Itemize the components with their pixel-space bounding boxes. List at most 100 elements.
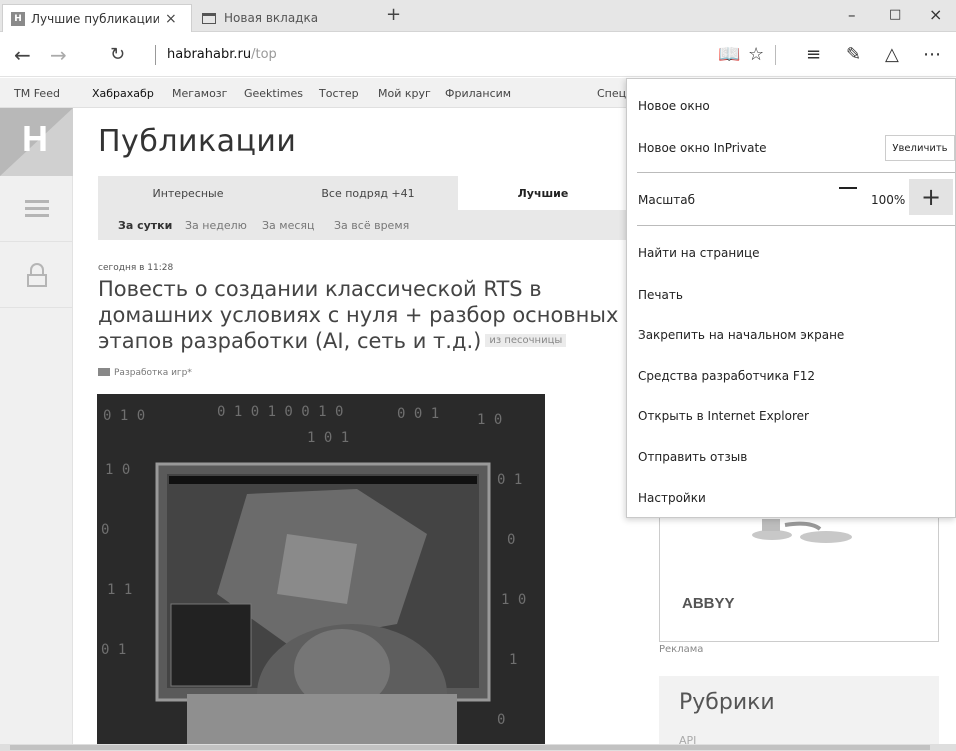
url-field[interactable]: habrahabr.ru/top (167, 47, 277, 62)
ad-label: Реклама (659, 644, 704, 655)
hamburger-icon (24, 196, 49, 221)
nav-link-megamozg[interactable]: Мегамозг (172, 87, 227, 100)
nav-link-geektimes[interactable]: Geektimes (244, 87, 303, 100)
address-bar: ← → ↻ habrahabr.ru/top 📖 ☆ ≡ ✎ △ ⋯ (0, 33, 956, 77)
tab-title: Новая вкладка (224, 11, 319, 25)
zoom-out-button[interactable] (839, 187, 857, 189)
post-title-line: Повесть о создании классической RTS в (98, 277, 542, 301)
period-tabs: За сутки За неделю За месяц За всё время (98, 210, 628, 240)
title-bar: H Лучшие публикации за × Новая вкладка +… (0, 0, 956, 32)
tab-title: Лучшие публикации за (31, 11, 159, 26)
svg-text:0: 0 (507, 532, 515, 548)
post-title-line: этапов разработки (AI, сеть и т.д.) (98, 329, 482, 353)
svg-text:1 0: 1 0 (105, 462, 130, 478)
period-month[interactable]: За месяц (262, 219, 315, 232)
nav-link-toster[interactable]: Тостер (319, 87, 359, 100)
nav-link-spec[interactable]: Спец (597, 87, 626, 100)
lock-icon (26, 262, 47, 287)
post-title-line: домашних условиях с нуля + разбор основн… (98, 303, 619, 327)
horizontal-scrollbar[interactable] (0, 744, 956, 751)
svg-text:1: 1 (509, 652, 517, 668)
reading-view-icon[interactable]: 📖 (718, 44, 740, 65)
scrollbar-thumb[interactable] (10, 745, 930, 750)
publication-tabs: Интересные Все подряд +41 Лучшие (98, 176, 628, 210)
nav-link-moikrug[interactable]: Мой круг (378, 87, 431, 100)
svg-text:0 1 0 1 0 0 1 0: 0 1 0 1 0 0 1 0 (217, 404, 343, 420)
ad-banner[interactable]: ABBYY (659, 514, 939, 642)
enlarge-button[interactable]: Увеличить (885, 135, 955, 161)
zoom-value: 100% (871, 193, 906, 207)
minimize-button[interactable]: – (848, 6, 856, 24)
rubrics-panel: Рубрики API (659, 676, 939, 750)
nav-link-freelansim[interactable]: Фрилансим (445, 87, 511, 100)
left-sidebar: H (0, 108, 73, 748)
refresh-icon[interactable]: ↻ (110, 44, 125, 65)
menu-settings[interactable]: Настройки (638, 491, 706, 505)
toolbar-separator (775, 45, 776, 65)
svg-text:0 1: 0 1 (497, 472, 522, 488)
favorite-star-icon[interactable]: ☆ (748, 44, 764, 65)
nav-link-habrahabr[interactable]: Хабрахабр (92, 87, 154, 100)
post-date: сегодня в 11:28 (98, 263, 174, 273)
period-day[interactable]: За сутки (118, 219, 172, 232)
zoom-in-button[interactable]: + (909, 179, 953, 215)
sandbox-badge: из песочницы (485, 334, 567, 347)
habr-logo[interactable]: H (0, 108, 73, 176)
habr-top-nav: TM Feed Хабрахабр Мегамозг Geektimes Тос… (0, 78, 630, 108)
menu-new-inprivate[interactable]: Новое окно InPrivate (638, 141, 767, 155)
svg-text:1 0: 1 0 (501, 592, 526, 608)
menu-developer-tools[interactable]: Средства разработчика F12 (638, 369, 815, 383)
rubrics-title: Рубрики (679, 690, 775, 715)
ad-brand-logo: ABBYY (682, 595, 735, 612)
back-icon[interactable]: ← (14, 43, 31, 67)
tab-habr-top[interactable]: H Лучшие публикации за × (2, 4, 192, 32)
hub-label: Разработка игр* (114, 368, 192, 378)
menu-pin-to-start[interactable]: Закрепить на начальном экране (638, 328, 844, 342)
url-separator (155, 45, 156, 65)
share-icon[interactable]: △ (885, 44, 899, 65)
svg-text:1 0 1: 1 0 1 (307, 430, 349, 446)
close-window-button[interactable]: × (929, 5, 942, 24)
svg-text:0 1: 0 1 (101, 642, 126, 658)
tab-best[interactable]: Лучшие (458, 176, 628, 210)
briefcase-icon (98, 368, 110, 376)
menu-button[interactable] (0, 176, 73, 242)
forward-icon[interactable]: → (50, 43, 67, 67)
menu-print[interactable]: Печать (638, 288, 683, 302)
url-path: /top (251, 47, 277, 62)
post-image: 0 1 0 1 0 0 1 1 0 1 0 1 0 1 0 0 1 0 1 0 1 0 0 … (97, 394, 545, 748)
period-all-time[interactable]: За всё время (334, 219, 409, 232)
nav-link-tmfeed[interactable]: TM Feed (14, 87, 60, 100)
menu-open-in-ie[interactable]: Открыть в Internet Explorer (638, 409, 809, 423)
svg-text:1 1: 1 1 (107, 582, 132, 598)
svg-text:0: 0 (497, 712, 505, 728)
period-week[interactable]: За неделю (185, 219, 247, 232)
svg-text:0 0 1: 0 0 1 (397, 406, 439, 422)
post-title[interactable]: Повесть о создании классической RTS в до… (98, 276, 628, 354)
habr-favicon-icon: H (11, 11, 25, 26)
url-host: habrahabr.ru (167, 47, 252, 62)
menu-find-on-page[interactable]: Найти на странице (638, 246, 760, 260)
svg-text:1 0: 1 0 (477, 412, 502, 428)
post-hub[interactable]: Разработка игр* (98, 368, 192, 378)
zoom-label: Масштаб (638, 193, 696, 207)
web-note-icon[interactable]: ✎ (846, 44, 861, 65)
maximize-button[interactable]: □ (889, 7, 901, 22)
tab-close-icon[interactable]: × (165, 11, 177, 27)
more-icon[interactable]: ⋯ (923, 44, 943, 65)
menu-divider (637, 225, 955, 226)
tab-interesting[interactable]: Интересные (98, 176, 278, 210)
more-actions-menu: Новое окно Новое окно InPrivate Увеличит… (626, 78, 956, 518)
hub-icon[interactable]: ≡ (806, 44, 821, 65)
svg-text:0 1 0: 0 1 0 (103, 408, 145, 424)
menu-send-feedback[interactable]: Отправить отзыв (638, 450, 747, 464)
login-button[interactable] (0, 242, 73, 308)
page-icon (202, 12, 216, 24)
tab-all[interactable]: Все подряд +41 (278, 176, 458, 210)
logo-letter: H (22, 118, 48, 159)
new-tab-button[interactable]: + (386, 4, 401, 25)
menu-divider (637, 172, 955, 173)
svg-text:0: 0 (101, 522, 109, 538)
tab-new-tab[interactable]: Новая вкладка (194, 4, 374, 32)
menu-new-window[interactable]: Новое окно (638, 99, 710, 113)
